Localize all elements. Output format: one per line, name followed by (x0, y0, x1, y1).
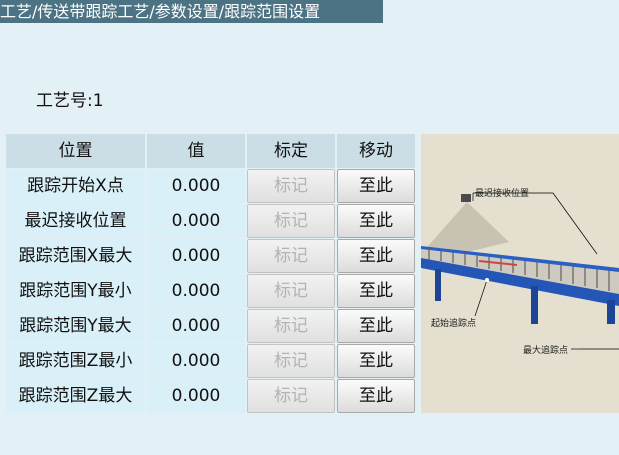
move-to-button[interactable]: 至此 (337, 309, 415, 343)
row-name: 跟踪范围X最大 (6, 239, 145, 273)
camera-icon (461, 194, 471, 202)
start-point-marker (485, 278, 489, 282)
header-position: 位置 (6, 134, 145, 168)
mark-button[interactable]: 标记 (247, 239, 335, 273)
row-value: 0.000 (147, 309, 245, 343)
header-move: 移动 (337, 134, 415, 168)
move-to-button[interactable]: 至此 (337, 344, 415, 378)
breadcrumb: 工艺/传送带跟踪工艺/参数设置/跟踪范围设置 (0, 0, 383, 23)
move-to-button[interactable]: 至此 (337, 204, 415, 238)
row-name: 跟踪开始X点 (6, 169, 145, 203)
row-name: 跟踪范围Z最小 (6, 344, 145, 378)
move-to-button[interactable]: 至此 (337, 274, 415, 308)
row-value: 0.000 (147, 344, 245, 378)
row-value: 0.000 (147, 379, 245, 413)
start-track-label: 起始追踪点 (431, 317, 476, 329)
move-to-button[interactable]: 至此 (337, 379, 415, 413)
header-calibrate: 标定 (247, 134, 335, 168)
row-value: 0.000 (147, 274, 245, 308)
mark-button[interactable]: 标记 (247, 309, 335, 343)
row-name: 跟踪范围Z最大 (6, 379, 145, 413)
header-value: 值 (147, 134, 245, 168)
row-value: 0.000 (147, 239, 245, 273)
mark-button[interactable]: 标记 (247, 169, 335, 203)
row-name: 跟踪范围Y最小 (6, 274, 145, 308)
mark-button[interactable]: 标记 (247, 344, 335, 378)
row-name: 跟踪范围Y最大 (6, 309, 145, 343)
mark-button[interactable]: 标记 (247, 274, 335, 308)
row-value: 0.000 (147, 169, 245, 203)
conveyor-diagram: 最迟接收位置 起始追踪点 最大追踪点 (421, 134, 619, 413)
latest-receive-label: 最迟接收位置 (475, 187, 529, 199)
process-number-label: 工艺号:1 (36, 91, 104, 111)
max-track-label: 最大追踪点 (523, 344, 568, 356)
conveyor-illustration: 最迟接收位置 起始追踪点 最大追踪点 (421, 134, 619, 413)
row-value: 0.000 (147, 204, 245, 238)
move-to-button[interactable]: 至此 (337, 169, 415, 203)
row-name: 最迟接收位置 (6, 204, 145, 238)
mark-button[interactable]: 标记 (247, 379, 335, 413)
move-to-button[interactable]: 至此 (337, 239, 415, 273)
mark-button[interactable]: 标记 (247, 204, 335, 238)
